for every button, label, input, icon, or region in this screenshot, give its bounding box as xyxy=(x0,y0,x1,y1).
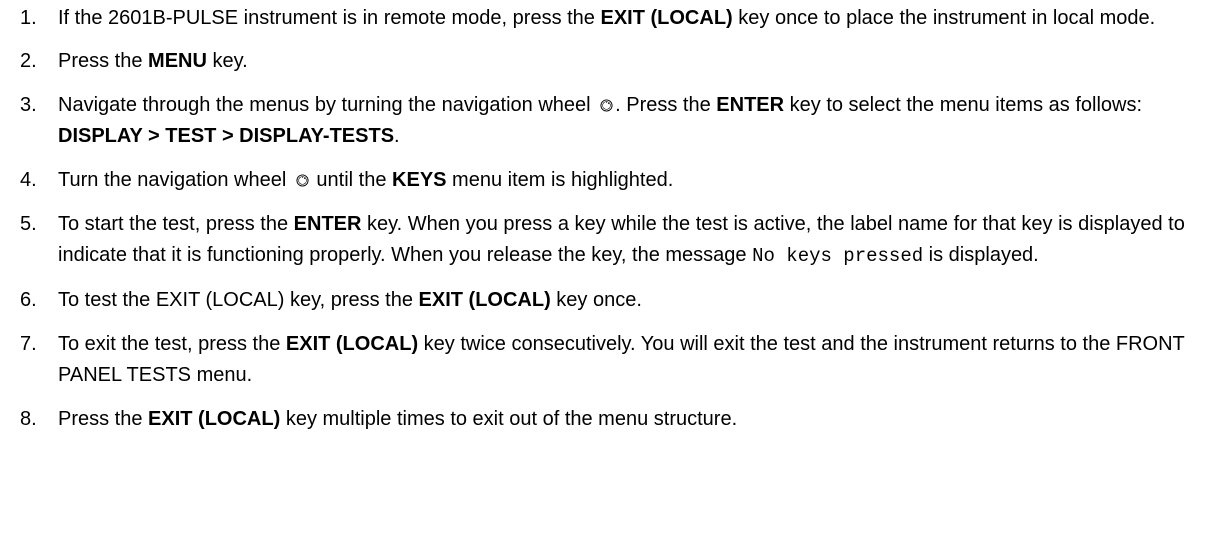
step-number: 2. xyxy=(20,50,37,72)
step-text-run: Press the xyxy=(58,408,149,430)
step-item: 2. Press the MENU key. xyxy=(20,46,1220,77)
step-item: 1. If the 2601B-PULSE instrument is in r… xyxy=(20,3,1220,34)
step-item: 7. To exit the test, press the EXIT (LOC… xyxy=(20,329,1220,391)
step-text-run: until the xyxy=(310,169,393,191)
step-text: Press the MENU key. xyxy=(58,46,1220,77)
key-name-bold: EXIT (LOCAL) xyxy=(285,333,419,355)
navigation-wheel-icon xyxy=(600,99,613,112)
step-number: 5. xyxy=(20,213,37,235)
step-text-run: key. xyxy=(206,50,248,72)
key-name-bold: EXIT (LOCAL) xyxy=(148,408,281,430)
step-text: Navigate through the menus by turning th… xyxy=(58,90,1220,152)
procedure-steps-list: 1. If the 2601B-PULSE instrument is in r… xyxy=(20,0,1220,435)
menu-path-bold: DISPLAY > TEST > DISPLAY-TESTS xyxy=(58,125,395,147)
display-message-code: No keys pressed xyxy=(752,245,924,267)
step-item: 6. To test the EXIT (LOCAL) key, press t… xyxy=(20,285,1220,316)
step-item: 3. Navigate through the menus by turning… xyxy=(20,90,1220,152)
step-text: Turn the navigation wheel until the KEYS… xyxy=(58,165,1220,196)
step-text: To start the test, press the ENTER key. … xyxy=(58,209,1220,272)
step-text-run: To test the EXIT (LOCAL) key, press the xyxy=(58,289,419,311)
key-name-bold: EXIT (LOCAL) xyxy=(418,289,551,311)
step-number: 1. xyxy=(20,7,37,29)
menu-item-bold: KEYS xyxy=(392,169,447,191)
step-number: 4. xyxy=(20,169,37,191)
step-text-run: is displayed. xyxy=(923,244,1039,266)
step-item: 5. To start the test, press the ENTER ke… xyxy=(20,209,1220,272)
step-text-run: key multiple times to exit out of the me… xyxy=(280,408,738,430)
key-name-bold: MENU xyxy=(148,50,207,72)
step-text-run: . Press the xyxy=(615,94,717,116)
step-text-run: To start the test, press the xyxy=(58,213,294,235)
step-text: To exit the test, press the EXIT (LOCAL)… xyxy=(58,329,1220,391)
step-text-run: To exit the test, press the xyxy=(58,333,286,355)
step-text-run: menu item is highlighted. xyxy=(446,169,674,191)
step-text: To test the EXIT (LOCAL) key, press the … xyxy=(58,285,1220,316)
step-text-run: . xyxy=(394,125,400,147)
step-number: 8. xyxy=(20,408,37,430)
step-text-run: key once to place the instrument in loca… xyxy=(732,7,1156,29)
step-text-run: Press the xyxy=(58,50,149,72)
key-name-bold: ENTER xyxy=(293,213,362,235)
step-number: 6. xyxy=(20,289,37,311)
key-name-bold: EXIT (LOCAL) xyxy=(600,7,733,29)
navigation-wheel-icon xyxy=(296,174,309,187)
step-item: 8. Press the EXIT (LOCAL) key multiple t… xyxy=(20,404,1220,435)
key-name-bold: ENTER xyxy=(716,94,785,116)
step-text-run: Navigate through the menus by turning th… xyxy=(58,94,597,116)
step-item: 4. Turn the navigation wheel until the K… xyxy=(20,165,1220,196)
step-text-run: key once. xyxy=(550,289,642,311)
step-text: Press the EXIT (LOCAL) key multiple time… xyxy=(58,404,1220,435)
step-text-run: key to select the menu items as follows: xyxy=(784,94,1143,116)
step-text-run: Turn the navigation wheel xyxy=(58,169,292,191)
step-number: 3. xyxy=(20,94,37,116)
step-text-run: If the 2601B-PULSE instrument is in remo… xyxy=(58,7,601,29)
step-number: 7. xyxy=(20,333,37,355)
step-text: If the 2601B-PULSE instrument is in remo… xyxy=(58,3,1220,34)
